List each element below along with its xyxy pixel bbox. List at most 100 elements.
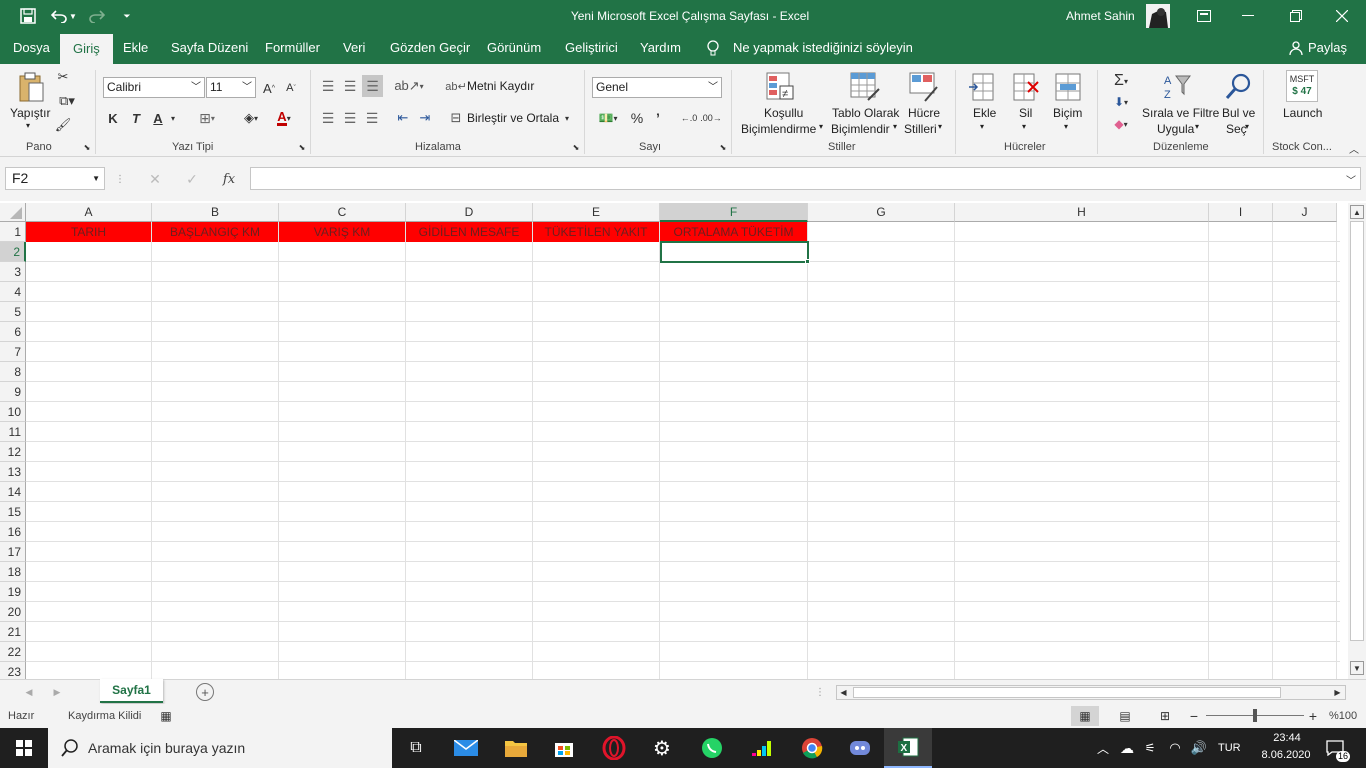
borders-icon[interactable]: ⊞ ▾: [192, 108, 222, 128]
sort-filter-icon[interactable]: AZ: [1160, 70, 1194, 104]
cell-d1[interactable]: GİDİLEN MESAFE: [406, 222, 532, 242]
font-color-icon[interactable]: A ▾: [268, 108, 300, 128]
conditional-formatting-button[interactable]: Koşullu: [764, 106, 803, 120]
row-header-19[interactable]: 19: [0, 582, 26, 602]
cut-icon[interactable]: ✂: [54, 68, 72, 86]
vertical-scroll-thumb[interactable]: [1350, 221, 1364, 641]
tab-formuller[interactable]: Formüller: [265, 32, 320, 64]
dropdown-caret-icon[interactable]: ▾: [1195, 122, 1199, 131]
tab-gorunum[interactable]: Görünüm: [487, 32, 541, 64]
font-name-dropdown[interactable]: Calibri ﹀: [103, 77, 205, 98]
column-header-g[interactable]: G: [808, 203, 955, 222]
dropdown-caret-icon[interactable]: ▾: [1064, 122, 1068, 131]
autosum-icon[interactable]: Σ ▾: [1104, 70, 1138, 92]
file-explorer-icon[interactable]: [492, 728, 540, 768]
network-icon[interactable]: ⚟: [1140, 738, 1160, 758]
align-bottom-icon[interactable]: ☰: [362, 75, 383, 97]
sort-filter-label-2[interactable]: Uygula: [1157, 122, 1194, 136]
row-header-13[interactable]: 13: [0, 462, 26, 482]
fill-color-icon[interactable]: ◈ ▾: [236, 108, 266, 128]
column-header-d[interactable]: D: [406, 203, 533, 222]
collapse-ribbon-icon[interactable]: ︿: [1347, 142, 1361, 156]
row-header-6[interactable]: 6: [0, 322, 26, 342]
splitter-handle-icon[interactable]: ⋮: [815, 683, 825, 701]
redo-icon[interactable]: [86, 6, 108, 26]
find-select-label-2[interactable]: Seç: [1226, 122, 1247, 136]
launch-button[interactable]: Launch: [1283, 106, 1322, 120]
conditional-formatting-label-2[interactable]: Biçimlendirme: [741, 122, 816, 136]
underline-button[interactable]: A: [151, 108, 165, 128]
undo-icon[interactable]: [48, 6, 70, 26]
whatsapp-icon[interactable]: [688, 728, 736, 768]
row-header-3[interactable]: 3: [0, 262, 26, 282]
close-icon[interactable]: [1330, 6, 1354, 26]
clock-time[interactable]: 23:44: [1262, 732, 1312, 744]
tab-giris[interactable]: Giriş: [60, 34, 113, 64]
row-header-10[interactable]: 10: [0, 402, 26, 422]
format-cells-icon[interactable]: [1053, 70, 1083, 104]
next-sheet-icon[interactable]: ▶: [50, 683, 64, 701]
find-select-icon[interactable]: [1222, 70, 1254, 104]
action-center-icon[interactable]: 16: [1322, 736, 1350, 762]
share-button[interactable]: Paylaş: [1308, 32, 1347, 64]
paste-button[interactable]: Yapıştır: [10, 106, 50, 120]
scroll-up-icon[interactable]: ▲: [1350, 205, 1364, 219]
minimize-icon[interactable]: [1236, 6, 1260, 26]
row-header-21[interactable]: 21: [0, 622, 26, 642]
volume-icon[interactable]: 🔊: [1189, 738, 1209, 758]
horizontal-scroll-thumb[interactable]: [853, 687, 1281, 698]
name-box[interactable]: F2 ▼: [5, 167, 105, 190]
row-header-12[interactable]: 12: [0, 442, 26, 462]
italic-button[interactable]: T: [129, 108, 143, 128]
alignment-launcher-icon[interactable]: ⬊: [571, 142, 581, 152]
row-header-5[interactable]: 5: [0, 302, 26, 322]
align-left-icon[interactable]: ☰: [318, 108, 338, 128]
taskbar-search-box[interactable]: Aramak için buraya yazın: [48, 728, 392, 768]
cell-c1[interactable]: VARIŞ KM: [279, 222, 405, 242]
merge-center-icon[interactable]: ⊟: [447, 108, 465, 128]
scroll-left-icon[interactable]: ◀: [837, 686, 850, 699]
cell-e1[interactable]: TÜKETİLEN YAKIT: [533, 222, 659, 242]
clear-icon[interactable]: ◆ ▾: [1104, 114, 1138, 134]
tab-sayfa-duzeni[interactable]: Sayfa Düzeni: [171, 32, 248, 64]
insert-function-button[interactable]: fx: [218, 169, 240, 189]
task-view-icon[interactable]: ⧉: [392, 728, 440, 768]
vertical-scrollbar[interactable]: ▲ ▼: [1348, 203, 1366, 679]
tab-ekle[interactable]: Ekle: [123, 32, 148, 64]
row-header-15[interactable]: 15: [0, 502, 26, 522]
delete-cells-button[interactable]: Sil: [1019, 106, 1032, 120]
dropdown-caret-icon[interactable]: ▾: [819, 122, 823, 131]
dropdown-caret-icon[interactable]: ▾: [938, 122, 942, 131]
format-cells-button[interactable]: Biçim: [1053, 106, 1082, 120]
column-header-a[interactable]: A: [26, 203, 152, 222]
wifi-icon[interactable]: ◠: [1165, 738, 1185, 758]
discord-icon[interactable]: [836, 728, 884, 768]
zoom-out-icon[interactable]: −: [1188, 706, 1200, 726]
wrap-text-icon[interactable]: ab↵: [445, 76, 466, 96]
customize-toolbar-icon[interactable]: ⏷: [120, 6, 134, 26]
zoom-slider-thumb[interactable]: [1253, 709, 1257, 722]
clock-date[interactable]: 8.06.2020: [1256, 749, 1316, 761]
row-header-2[interactable]: 2: [0, 242, 26, 262]
worksheet-grid[interactable]: ABCDEFGHIJ 1 2 3 4 5 6 7 8 9 10 11 12 13 14 15 16 17 18 19…: [0, 201, 1366, 679]
zoom-slider[interactable]: [1206, 709, 1304, 722]
column-header-h[interactable]: H: [955, 203, 1209, 222]
normal-view-icon[interactable]: ▦: [1071, 706, 1099, 726]
tab-dosya[interactable]: Dosya: [13, 32, 50, 64]
decrease-decimal-icon[interactable]: .00→: [700, 108, 722, 128]
comma-style-icon[interactable]: ’: [650, 108, 666, 128]
restore-icon[interactable]: [1284, 6, 1308, 26]
row-header-23[interactable]: 23: [0, 662, 26, 679]
select-all-corner[interactable]: [0, 203, 26, 222]
opera-icon[interactable]: [590, 728, 638, 768]
store-icon[interactable]: [540, 728, 588, 768]
row-header-9[interactable]: 9: [0, 382, 26, 402]
merge-dropdown-icon[interactable]: ▾: [562, 108, 572, 128]
align-middle-icon[interactable]: ☰: [340, 76, 360, 96]
bold-button[interactable]: K: [106, 108, 120, 128]
row-header-16[interactable]: 16: [0, 522, 26, 542]
scroll-right-icon[interactable]: ▶: [1331, 686, 1344, 699]
insert-cells-button[interactable]: Ekle: [973, 106, 996, 120]
prev-sheet-icon[interactable]: ◀: [22, 683, 36, 701]
format-painter-icon[interactable]: 🖌: [54, 116, 72, 134]
